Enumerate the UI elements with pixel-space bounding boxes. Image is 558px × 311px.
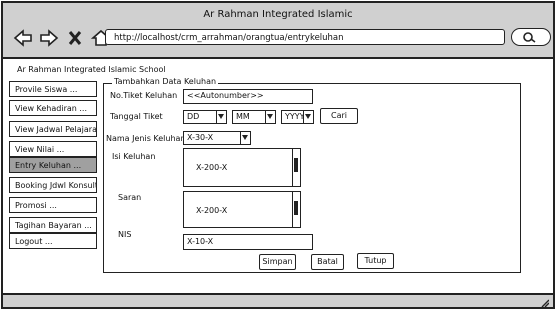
sidebar-item-entry-keluhan[interactable]: Entry Keluhan ... — [9, 157, 97, 173]
nis-label: NIS — [118, 230, 132, 239]
complaint-content-label: Isi Keluhan — [112, 152, 156, 161]
chevron-down-icon — [265, 111, 275, 123]
month-select[interactable]: MM — [232, 110, 276, 124]
sidebar-item-booking-jdwl-konsultasi[interactable]: Booking Jdwl Konsultasi — [9, 177, 97, 193]
complaint-form: Tambahkan Data Keluhan No.Tiket Keluhan … — [103, 77, 521, 273]
suggestion-label: Saran — [118, 193, 142, 202]
search-button[interactable] — [511, 28, 551, 46]
forward-icon[interactable] — [39, 29, 59, 47]
search-icon — [523, 32, 536, 43]
chevron-down-icon — [216, 111, 226, 123]
chevron-down-icon — [303, 111, 313, 123]
sidebar-item-view-jadwal-pelajaran[interactable]: View Jadwal Pelajaran — [9, 121, 97, 137]
ticket-number-field[interactable]: <<Autonumber>> — [183, 89, 313, 104]
complaint-content-field[interactable]: X-200-X — [183, 148, 301, 187]
save-button[interactable]: Simpan — [259, 254, 296, 270]
sidebar-item-view-nilai[interactable]: View Nilai ... — [9, 141, 97, 157]
year-value: YYYY — [285, 112, 305, 121]
month-value: MM — [236, 112, 250, 121]
suggestion-field[interactable]: X-200-X — [183, 191, 301, 228]
browser-toolbar: Ar Rahman Integrated Islamic http://loca… — [3, 3, 553, 59]
complaint-type-value: X-30-X — [187, 133, 214, 142]
ticket-number-label: No.Tiket Keluhan — [110, 91, 178, 100]
window-title: Ar Rahman Integrated Islamic — [203, 9, 353, 20]
resize-grip-icon[interactable] — [539, 297, 549, 307]
suggestion-scrollbar[interactable] — [292, 192, 300, 227]
address-bar[interactable]: http://localhost/crm_arrahman/orangtua/e… — [105, 29, 505, 45]
cancel-button[interactable]: Batal — [311, 254, 344, 270]
sidebar-item-promosi[interactable]: Promosi ... — [9, 197, 97, 213]
nis-field[interactable]: X-10-X — [183, 234, 313, 250]
day-value: DD — [187, 112, 200, 121]
close-icon[interactable] — [65, 29, 85, 47]
complaint-content-value: X-200-X — [196, 163, 228, 172]
school-name: Ar Rahman Integrated Islamic School — [17, 65, 166, 74]
browser-window: Ar Rahman Integrated Islamic http://loca… — [1, 1, 555, 309]
search-date-button[interactable]: Cari — [320, 108, 358, 124]
complaint-type-select[interactable]: X-30-X — [183, 131, 251, 145]
day-select[interactable]: DD — [183, 110, 227, 124]
close-form-button[interactable]: Tutup — [357, 253, 394, 269]
year-select[interactable]: YYYY — [281, 110, 314, 124]
suggestion-value: X-200-X — [196, 206, 228, 215]
scroll-thumb[interactable] — [294, 201, 298, 215]
chevron-down-icon — [240, 132, 250, 144]
form-legend: Tambahkan Data Keluhan — [112, 77, 219, 86]
scroll-thumb[interactable] — [294, 158, 298, 172]
status-bar — [3, 293, 553, 307]
complaint-type-label: Nama Jenis Keluhan — [106, 134, 186, 143]
sidebar-item-provile-siswa[interactable]: Provile Siswa ... — [9, 81, 97, 97]
back-icon[interactable] — [13, 29, 33, 47]
sidebar-item-view-kehadiran[interactable]: View Kehadiran ... — [9, 100, 97, 116]
ticket-date-label: Tanggal Tiket — [110, 112, 163, 121]
nav-controls — [13, 27, 111, 49]
complaint-scrollbar[interactable] — [292, 149, 300, 186]
sidebar-item-logout[interactable]: Logout ... — [9, 233, 97, 249]
sidebar-item-tagihan-bayaran[interactable]: Tagihan Bayaran ... — [9, 217, 97, 233]
